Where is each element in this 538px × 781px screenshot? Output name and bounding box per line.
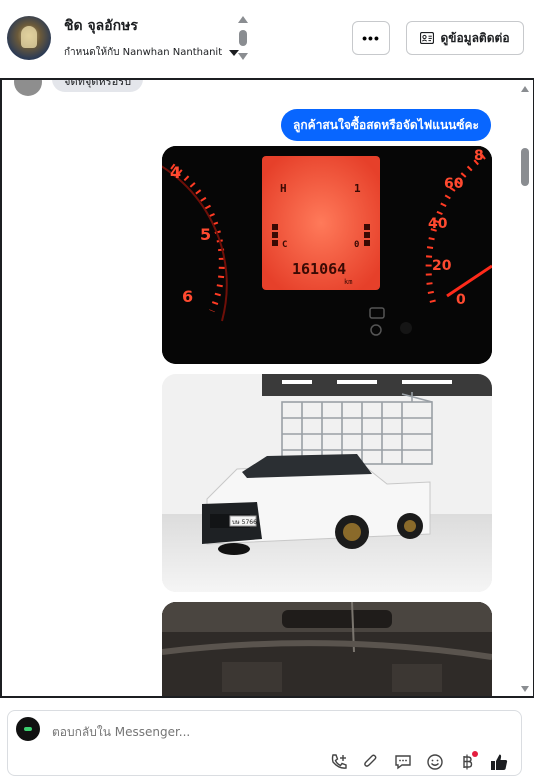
lcd-temp-label: H	[280, 182, 287, 195]
contact-name[interactable]: ชิด จุลอักษร	[64, 15, 138, 37]
license-plate: บษ 5766	[232, 519, 257, 526]
odometer-reading: 161064	[292, 260, 346, 278]
truck-illustration: บษ 5766	[162, 374, 492, 592]
assign-dropdown[interactable]: กำหนดให้กับ Nanwhan Nanthanit	[64, 45, 240, 60]
view-contact-button[interactable]: ดูข้อมูลติดต่อ	[406, 21, 524, 55]
reply-input[interactable]	[52, 725, 352, 739]
truck-photo[interactable]: บษ 5766	[162, 374, 492, 592]
undercarriage-photo[interactable]	[162, 602, 492, 696]
outgoing-message[interactable]: ลูกค้าสนใจซื้อสดหรือจัดไฟแนนซ์คะ	[281, 109, 491, 141]
scroll-up-icon[interactable]	[521, 86, 529, 92]
scroll-up-icon[interactable]	[238, 16, 248, 23]
call-add-icon[interactable]	[328, 751, 350, 773]
tick-label: 20	[432, 258, 452, 274]
contact-avatar[interactable]	[7, 16, 51, 60]
tick-label: 40	[428, 216, 448, 232]
odometer-unit: km	[344, 278, 352, 286]
tick-label: 8	[474, 148, 484, 164]
thread-scrollbar[interactable]	[519, 80, 531, 696]
composer-toolbar	[328, 751, 510, 773]
scroll-thumb[interactable]	[521, 148, 529, 186]
scroll-thumb[interactable]	[239, 30, 247, 46]
scroll-down-icon[interactable]	[238, 53, 248, 60]
view-contact-label: ดูข้อมูลติดต่อ	[440, 30, 510, 45]
dashboard-photo[interactable]: 4 5 6 8 60 40 20 0 H 1 C 0 161064 km	[162, 146, 492, 364]
incoming-message: จัดที่จุดหรือรับ	[52, 80, 144, 92]
lcd-fuel-label: 1	[354, 182, 361, 195]
conversation-header: ชิด จุลอักษร กำหนดให้กับ Nanwhan Nanthan…	[0, 0, 538, 78]
header-scroller[interactable]	[237, 16, 249, 62]
tick-label: 6	[182, 287, 193, 306]
message-composer	[7, 710, 522, 776]
attachment-icon[interactable]	[360, 751, 382, 773]
notification-dot	[472, 751, 478, 757]
dashboard-illustration: 4 5 6 8 60 40 20 0 H 1 C 0 161064 km	[162, 146, 492, 364]
tick-label: 4	[170, 163, 181, 182]
lcd-empty-label: 0	[354, 240, 359, 250]
lcd-cold-label: C	[282, 240, 287, 250]
emoji-icon[interactable]	[424, 751, 446, 773]
tick-label: 60	[444, 176, 464, 192]
message-thread[interactable]: จัดที่จุดหรือรับ ลูกค้าสนใจซื้อสดหรือจัด…	[0, 78, 534, 698]
undercarriage-illustration	[162, 602, 492, 696]
saved-replies-icon[interactable]	[392, 751, 414, 773]
assign-label: กำหนดให้กับ Nanwhan Nanthanit	[64, 47, 223, 58]
contact-card-icon	[420, 32, 435, 44]
page-avatar	[16, 717, 40, 741]
tick-label: 5	[200, 225, 211, 244]
scroll-down-icon[interactable]	[521, 686, 529, 692]
tick-label: 0	[456, 292, 466, 308]
more-options-button[interactable]: •••	[352, 21, 390, 55]
sender-avatar	[14, 80, 42, 96]
payment-baht-icon[interactable]	[456, 751, 478, 773]
like-icon[interactable]	[488, 751, 510, 773]
